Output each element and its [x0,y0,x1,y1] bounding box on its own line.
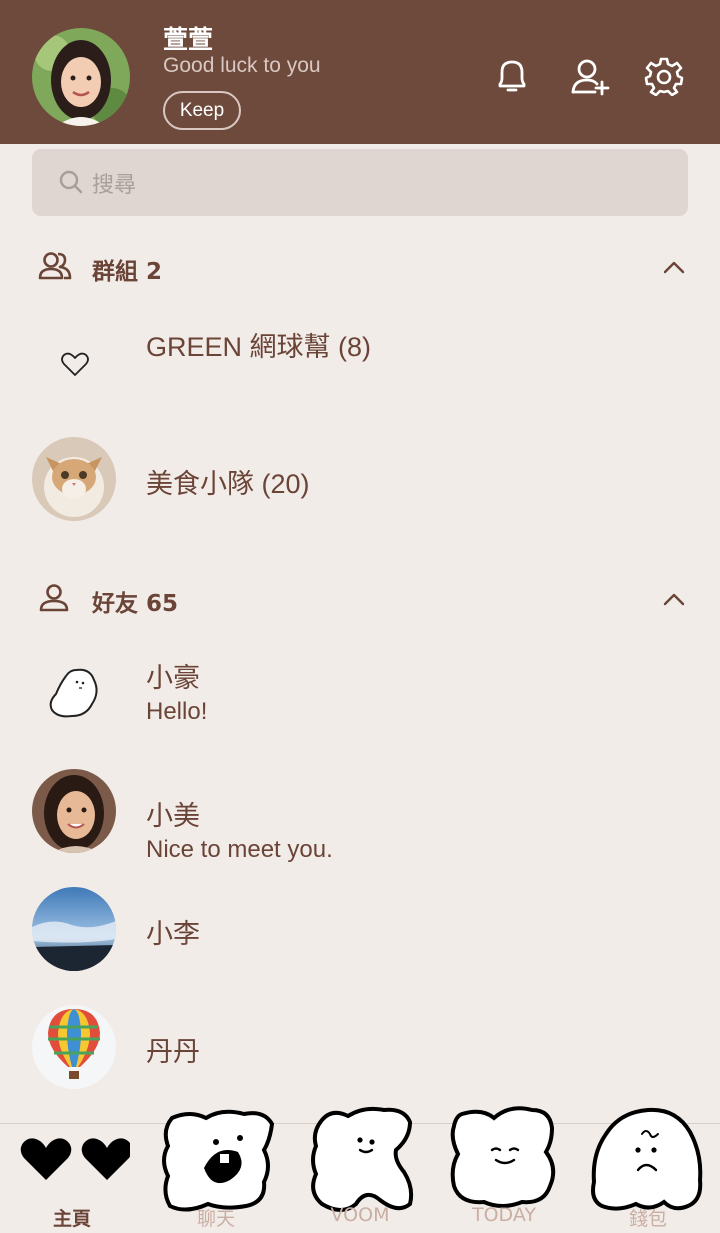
hearts-icon [20,1138,130,1180]
tab-label: 錢包 [628,1208,667,1230]
wallet-mascot-icon [591,1107,703,1211]
list-item[interactable]: 小李 [0,886,720,976]
profile-status-message[interactable]: Good luck to you [163,54,321,78]
list-item[interactable]: GREEN 網球幫 (8) [0,316,720,426]
groups-section-header[interactable]: 群組 2 [0,242,720,292]
add-friend-icon[interactable] [570,56,610,96]
list-item[interactable]: 美食小隊 (20) [0,436,720,526]
tab-voom[interactable]: VOOM [288,1106,432,1233]
chevron-up-icon[interactable] [662,591,686,607]
tab-label: VOOM [330,1204,390,1226]
today-mascot-icon [450,1106,556,1208]
voom-mascot-icon [311,1106,414,1212]
list-item[interactable]: 丹丹 [0,1004,720,1094]
heart-outline-icon [61,352,89,376]
tab-home[interactable]: 主頁 [0,1124,144,1233]
friend-name: 丹丹 [146,1037,200,1067]
list-item[interactable]: 小豪 Hello! [0,648,720,748]
friend-name: 小美 [146,801,200,831]
tab-chat[interactable]: 聊天 [144,1109,288,1233]
keep-button[interactable]: Keep [163,91,241,130]
search-bar[interactable]: 搜尋 [32,149,688,216]
gear-icon[interactable] [644,56,684,96]
profile-name: 萱萱 [163,25,214,54]
tab-wallet[interactable]: 錢包 [576,1107,720,1233]
profile-header: 萱萱 Good luck to you Keep [0,0,720,144]
friend-status-message: Nice to meet you. [146,836,333,863]
bottom-tab-bar: 主頁 聊天 VOOM TODAY 錢包 [0,1106,720,1233]
friend-avatar [32,769,116,853]
profile-avatar[interactable] [32,28,130,126]
tab-label: TODAY [472,1204,536,1226]
groups-section-title: 群組 2 [92,259,163,285]
search-icon [59,170,83,194]
tab-today[interactable]: TODAY [432,1106,576,1233]
list-item[interactable]: 小美 Nice to meet you. [0,768,720,868]
friend-name: 小李 [146,919,200,949]
friend-avatar [32,887,116,971]
ghost-doodle-avatar [49,668,98,718]
group-name: 美食小隊 (20) [146,469,310,499]
search-input[interactable]: 搜尋 [92,167,136,199]
friend-avatar [32,1005,116,1089]
friend-status-message: Hello! [146,698,208,725]
group-icon [38,252,72,280]
tab-label: 聊天 [196,1208,235,1230]
chevron-up-icon[interactable] [662,259,686,275]
group-avatar [32,437,116,521]
tab-label: 主頁 [52,1208,91,1230]
friends-section-header[interactable]: 好友 65 [0,574,720,624]
group-name: GREEN 網球幫 (8) [146,332,372,362]
friend-name: 小豪 [146,663,200,693]
bell-icon[interactable] [492,56,532,96]
friend-icon [39,584,69,612]
chat-mascot-icon [162,1109,275,1212]
friends-section-title: 好友 65 [92,591,179,617]
